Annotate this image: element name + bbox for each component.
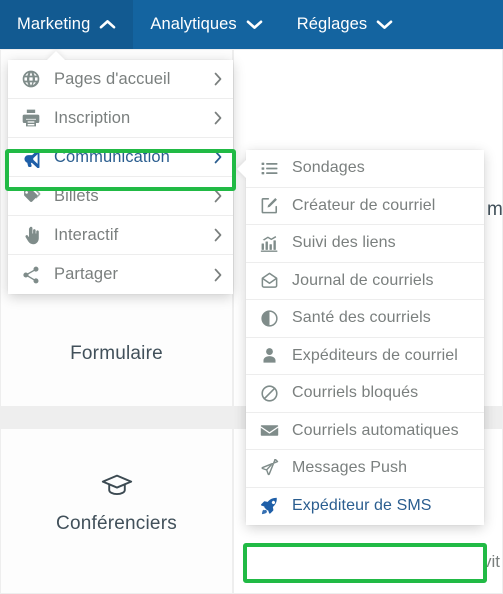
menu-item-label: Pages d'accueil [54,69,171,88]
chevron-right-icon [203,72,233,86]
submenu-item-expediteurs-de-courriel[interactable]: Expéditeurs de courriel [246,337,484,375]
menu-item-interactif[interactable]: Interactif [8,216,233,255]
submenu-item-messages-push[interactable]: Messages Push [246,450,484,488]
submenu-item-courriels-automatiques[interactable]: Courriels automatiques [246,412,484,450]
printer-icon [8,108,54,128]
rocket-icon [246,496,292,516]
menu-item-label: Communication [54,147,170,166]
submenu-item-label: Courriels automatiques [292,421,459,439]
user-icon [246,346,292,365]
menu-item-inscription[interactable]: Inscription [8,99,233,138]
menu-item-communication[interactable]: Communication [8,138,233,177]
submenu-item-createur-de-courriel[interactable]: Créateur de courriel [246,187,484,225]
menu-item-pages-d-accueil[interactable]: Pages d'accueil [8,60,233,99]
submenu-item-suivi-des-liens[interactable]: Suivi des liens [246,225,484,263]
nav-item-label: Marketing [17,15,91,33]
list-icon [246,159,292,178]
menu-item-label: Inscription [54,108,131,127]
bar-chart-icon [246,234,292,253]
marketing-dropdown-menu: Pages d'accueil Inscription Communicatio… [8,51,233,294]
background-clipped-text-2: vit [483,552,500,571]
nav-item-marketing[interactable]: Marketing [0,0,134,49]
background-clipped-text-1: me [487,199,503,220]
chevron-right-icon [203,189,233,203]
nav-item-analytiques[interactable]: Analytiques [133,0,279,49]
megaphone-icon [8,147,54,168]
menu-item-partager[interactable]: Partager [8,255,233,294]
submenu-item-label: Journal de courriels [292,271,434,289]
submenu-item-label: Santé des courriels [292,309,431,327]
edit-square-icon [246,196,292,215]
background-tile-conferenciers[interactable]: Conférenciers [0,470,233,535]
background-tile-label: Conférenciers [56,513,177,534]
chevron-up-icon [99,19,116,30]
submenu-item-label: Messages Push [292,459,408,477]
top-navigation-items: Marketing Analytiques Réglages [0,0,503,49]
top-navigation-bar: Marketing Analytiques Réglages [0,0,503,49]
submenu-item-expediteur-de-sms[interactable]: Expéditeur de SMS [246,487,484,525]
chevron-down-icon [376,19,393,30]
nav-item-reglages[interactable]: Réglages [280,0,411,49]
communication-submenu: Sondages Créateur de courriel Suivi des … [237,150,484,525]
submenu-item-journal-de-courriels[interactable]: Journal de courriels [246,262,484,300]
open-envelope-icon [246,271,292,290]
chevron-right-icon [203,150,233,164]
envelope-icon [246,421,292,440]
submenu-item-sante-des-courriels[interactable]: Santé des courriels [246,300,484,338]
menu-item-label: Billets [54,186,99,205]
paper-plane-icon [246,458,292,478]
background-tile-formulaire[interactable]: Formulaire [0,343,233,365]
background-tile-label: Formulaire [70,343,163,364]
menu-item-label: Partager [54,265,119,283]
submenu-item-sondages[interactable]: Sondages [246,150,484,188]
menu-item-label: Interactif [54,225,119,244]
graduation-cap-icon [100,470,134,504]
app-window: Formulaire Conférenciers me vit Marketin… [0,0,503,594]
ban-icon [246,384,292,403]
globe-icon [8,69,54,89]
submenu-item-label: Expéditeur de SMS [292,497,432,515]
submenu-item-label: Suivi des liens [292,234,396,252]
chevron-right-icon [203,111,233,125]
submenu-item-courriels-bloques[interactable]: Courriels bloqués [246,375,484,413]
chevron-right-icon [203,228,233,242]
tags-icon [8,186,54,207]
submenu-item-label: Courriels bloqués [292,384,419,402]
menu-item-billets[interactable]: Billets [8,177,233,216]
nav-item-label: Analytiques [150,15,237,33]
hand-pointer-icon [8,226,54,245]
chevron-right-icon [203,268,233,282]
submenu-item-label: Expéditeurs de courriel [292,346,458,364]
submenu-item-label: Créateur de courriel [292,196,436,214]
share-icon [8,265,54,285]
contrast-circle-icon [246,309,292,328]
chevron-down-icon [246,19,263,30]
submenu-item-label: Sondages [292,159,365,177]
nav-item-label: Réglages [296,15,368,33]
